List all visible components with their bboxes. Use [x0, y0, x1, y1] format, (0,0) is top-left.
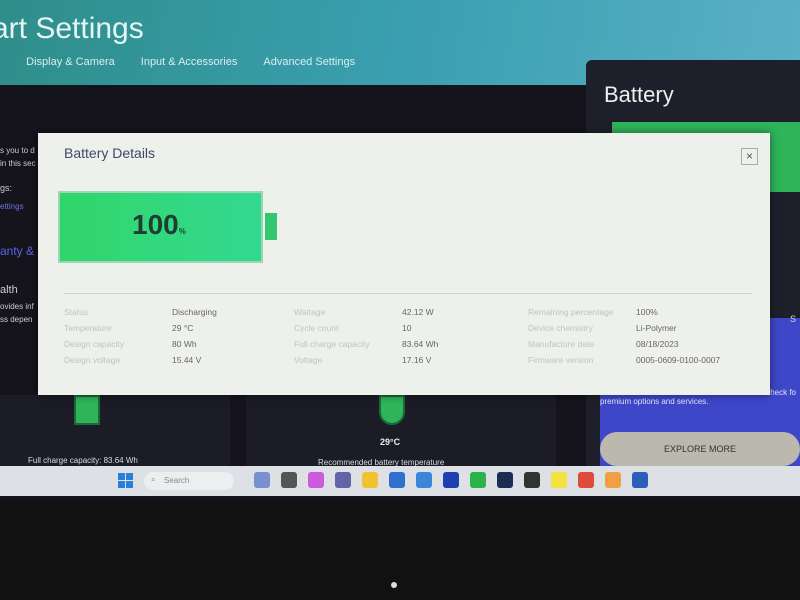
- battery-level: 100%: [132, 209, 186, 240]
- side-text: s you to d: [0, 146, 35, 155]
- word-icon[interactable]: [632, 472, 648, 488]
- app-icon[interactable]: [416, 472, 432, 488]
- tab-display-camera[interactable]: Display & Camera: [26, 56, 115, 68]
- detail-value: 80 Wh: [172, 339, 197, 349]
- norton-icon[interactable]: [551, 472, 567, 488]
- battery-panel-title: Battery: [604, 82, 674, 107]
- warranty-heading: anty &: [0, 244, 35, 258]
- detail-label: Status: [64, 307, 89, 317]
- detail-label: Design capacity: [64, 339, 125, 349]
- details-grid: Status Discharging Wattage 42.12 W Remaining…: [64, 307, 744, 365]
- detail-value: 10: [402, 323, 412, 333]
- n-app-icon[interactable]: [524, 472, 540, 488]
- explore-more-button[interactable]: EXPLORE MORE: [600, 432, 800, 466]
- detail-label: Voltage: [294, 355, 323, 365]
- detail-label: Design voltage: [64, 355, 121, 365]
- search-box[interactable]: ⌕ Search: [144, 472, 234, 490]
- detail-label: Manufacture date: [528, 339, 595, 349]
- side-heading: gs:: [0, 183, 13, 193]
- detail-value: 08/18/2023: [636, 339, 679, 349]
- detail-value: 29 °C: [172, 323, 194, 333]
- temperature-value: 29°C: [380, 437, 401, 447]
- store-icon[interactable]: [389, 472, 405, 488]
- battery-icon: [74, 395, 100, 425]
- l-app-icon[interactable]: [443, 472, 459, 488]
- screen: art Settings o Display & Camera Input & …: [0, 0, 800, 500]
- detail-label: Device chemistry: [528, 323, 593, 333]
- health-heading: alth: [0, 284, 18, 296]
- detail-value: 0005-0609-0100-0007: [636, 355, 721, 365]
- detail-value: 83.64 Wh: [402, 339, 439, 349]
- tab-bar: o Display & Camera Input & Accessories A…: [0, 56, 355, 68]
- detail-label: Cycle count: [294, 323, 339, 333]
- file-explorer-icon[interactable]: [362, 472, 378, 488]
- taskbar: ⌕ Search: [0, 466, 800, 496]
- battery-details-dialog: Battery Details × 100% Status Discharging…: [38, 133, 770, 395]
- full-charge-capacity: Full charge capacity: 83.64 Wh: [28, 456, 138, 465]
- detail-label: Firmware version: [528, 355, 594, 365]
- detail-value: Discharging: [172, 307, 217, 317]
- side-text: in this sec: [0, 159, 36, 168]
- detail-label: Remaining percentage: [528, 307, 614, 317]
- app-title: art Settings: [0, 12, 144, 45]
- steam-icon[interactable]: [497, 472, 513, 488]
- detail-value: 15.44 V: [172, 355, 202, 365]
- detail-label: Temperature: [64, 323, 112, 333]
- teams-icon[interactable]: [335, 472, 351, 488]
- detail-label: Wattage: [294, 307, 326, 317]
- close-button[interactable]: ×: [741, 148, 758, 165]
- chrome-icon[interactable]: [578, 472, 594, 488]
- dialog-title: Battery Details: [64, 145, 156, 161]
- tab-input-accessories[interactable]: Input & Accessories: [141, 56, 238, 68]
- settings-link[interactable]: ettings: [0, 202, 24, 211]
- whatsapp-icon[interactable]: [470, 472, 486, 488]
- promo-side-label: S: [789, 314, 796, 324]
- battery-level-graphic: 100%: [58, 191, 263, 263]
- search-icon: ⌕: [151, 475, 156, 484]
- detail-label: Full charge capacity: [294, 339, 370, 349]
- side-text: ss depen: [0, 315, 33, 324]
- detail-value: 17.16 V: [402, 355, 432, 365]
- taskbar-apps: [254, 472, 648, 488]
- paint-icon[interactable]: [605, 472, 621, 488]
- detail-value: Li-Polymer: [636, 323, 677, 333]
- battery-tip: [265, 213, 277, 240]
- divider: [64, 293, 752, 294]
- copilot-icon[interactable]: [308, 472, 324, 488]
- task-view-icon[interactable]: [281, 472, 297, 488]
- detail-value: 42.12 W: [402, 307, 434, 317]
- webcam-indicator: [391, 582, 397, 588]
- side-text: ovides inf: [0, 302, 34, 311]
- tab-advanced-settings[interactable]: Advanced Settings: [263, 56, 355, 68]
- start-button[interactable]: [118, 473, 133, 488]
- detail-value: 100%: [636, 307, 658, 317]
- widgets-icon[interactable]: [254, 472, 270, 488]
- thermometer-icon: [379, 395, 405, 425]
